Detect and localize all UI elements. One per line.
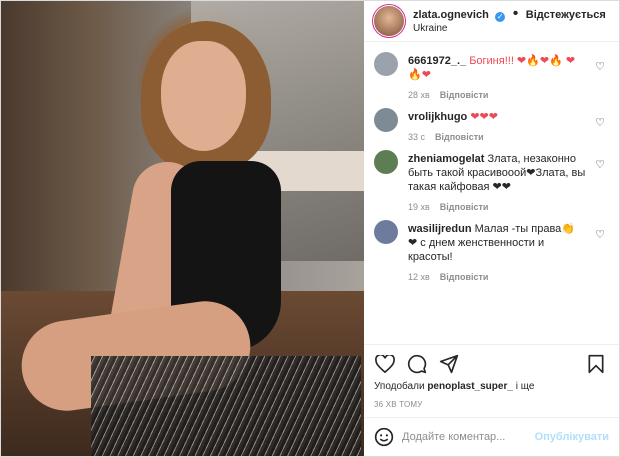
comment-time[interactable]: 12 хв <box>408 272 430 282</box>
reply-button[interactable]: Відповісти <box>440 272 489 282</box>
comment-like-icon[interactable]: ♡ <box>595 60 605 73</box>
author-username[interactable]: zlata.ognevich <box>413 9 489 21</box>
author-avatar[interactable] <box>374 6 404 36</box>
reply-button[interactable]: Відповісти <box>440 202 489 212</box>
commenter-username[interactable]: zheniamogelat <box>408 153 484 165</box>
comment-time[interactable]: 33 с <box>408 132 425 142</box>
bookmark-icon[interactable] <box>585 353 607 375</box>
reply-button[interactable]: Відповісти <box>440 90 489 100</box>
commenter-username[interactable]: 6661972_._ <box>408 55 466 67</box>
comments-list: 6661972_._ Богиня!!! ❤🔥❤🔥 ❤🔥❤ 28 хв Відпо… <box>364 42 619 344</box>
share-paper-plane-icon[interactable] <box>438 353 460 375</box>
liked-by-username[interactable]: penoplast_super_ <box>427 381 513 392</box>
comment-text: ❤❤❤ <box>470 111 498 123</box>
comment-time[interactable]: 19 хв <box>408 202 430 212</box>
photo-face <box>161 41 246 151</box>
comment-like-icon[interactable]: ♡ <box>595 158 605 171</box>
commenter-avatar[interactable] <box>374 52 398 76</box>
likes-suffix[interactable]: і ще <box>516 381 535 392</box>
post-actions: Уподобали penoplast_super_ і ще 36 ХВ ТО… <box>364 344 619 409</box>
comment-item: vrolijkhugo ❤❤❤ 33 с Відповісти ♡ <box>374 102 611 144</box>
author-info: zlata.ognevich ✓ • Відстежується Ukraine <box>413 5 606 35</box>
post-header: zlata.ognevich ✓ • Відстежується Ukraine <box>364 1 619 42</box>
instagram-post: zlata.ognevich ✓ • Відстежується Ukraine… <box>0 0 620 457</box>
photo-tinsel <box>91 356 361 456</box>
like-heart-icon[interactable] <box>374 353 396 375</box>
comment-like-icon[interactable]: ♡ <box>595 116 605 129</box>
comment-input[interactable]: Додайте коментар... <box>402 431 535 443</box>
post-photo[interactable] <box>1 1 364 456</box>
comment-time[interactable]: 28 хв <box>408 90 430 100</box>
commenter-avatar[interactable] <box>374 220 398 244</box>
post-timestamp[interactable]: 36 ХВ ТОМУ <box>374 400 609 409</box>
add-comment-bar: Додайте коментар... Опублікувати <box>364 417 619 456</box>
separator-dot: • <box>512 5 519 22</box>
post-location[interactable]: Ukraine <box>413 22 606 35</box>
comment-like-icon[interactable]: ♡ <box>595 228 605 241</box>
commenter-username[interactable]: wasilijredun <box>408 223 472 235</box>
commenter-username[interactable]: vrolijkhugo <box>408 111 467 123</box>
reply-button[interactable]: Відповісти <box>435 132 484 142</box>
commenter-avatar[interactable] <box>374 150 398 174</box>
likes-summary: Уподобали penoplast_super_ і ще <box>374 381 609 392</box>
verified-badge-icon: ✓ <box>495 12 506 22</box>
comment-item: zheniamogelat Злата, незаконно быть тако… <box>374 144 611 214</box>
comment-bubble-icon[interactable] <box>406 353 428 375</box>
post-sidebar: zlata.ognevich ✓ • Відстежується Ukraine… <box>364 1 619 456</box>
likes-prefix: Уподобали <box>374 381 425 392</box>
publish-comment-button[interactable]: Опублікувати <box>535 431 609 443</box>
follow-button[interactable]: Відстежується <box>526 9 606 21</box>
comment-item: wasilijredun Малая -ты права👏 ❤ с днем ж… <box>374 214 611 284</box>
comment-item: 6661972_._ Богиня!!! ❤🔥❤🔥 ❤🔥❤ 28 хв Відпо… <box>374 46 611 102</box>
commenter-avatar[interactable] <box>374 108 398 132</box>
emoji-smiley-icon[interactable] <box>374 427 394 447</box>
